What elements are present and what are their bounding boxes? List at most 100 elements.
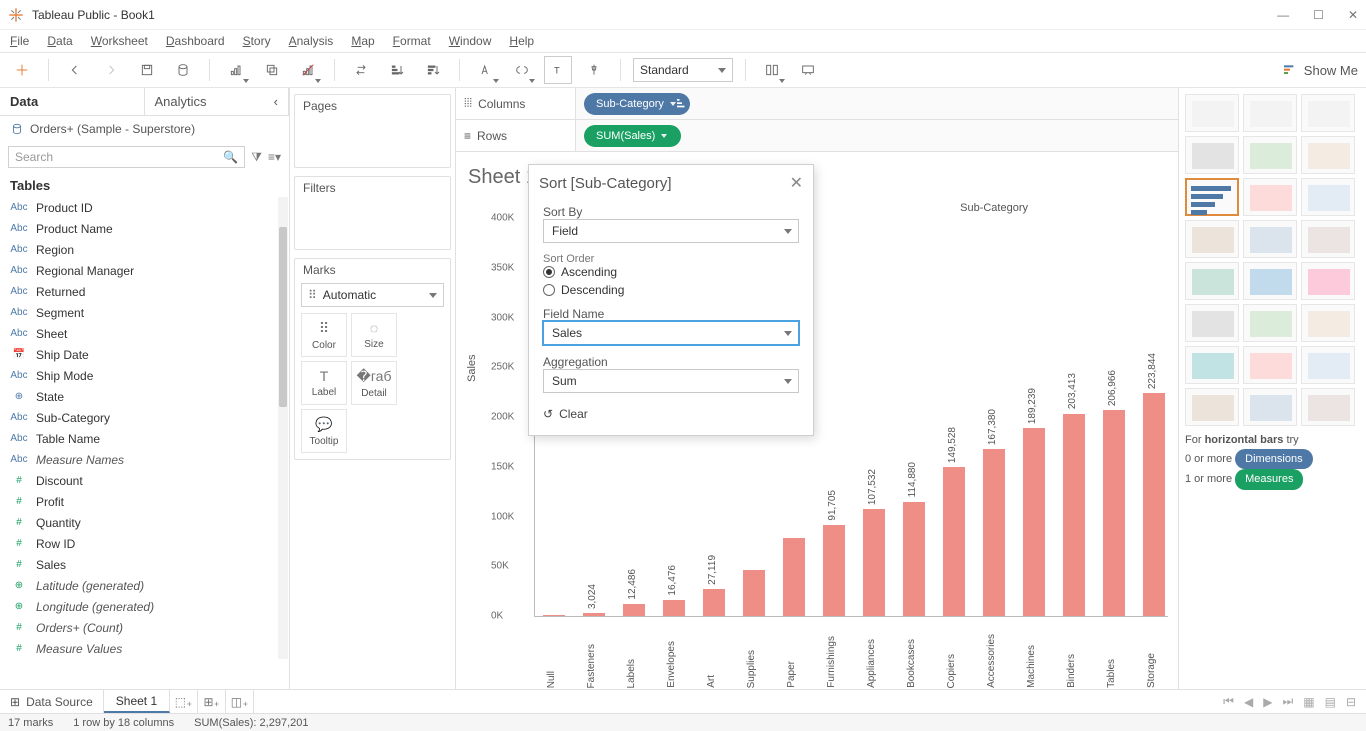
field-ship-date[interactable]: 📅Ship Date bbox=[0, 344, 277, 365]
clear-button[interactable]: ↺ Clear bbox=[543, 403, 799, 421]
field-latitude-generated-[interactable]: ⊕Latitude (generated) bbox=[0, 575, 277, 596]
sheet1-tab[interactable]: Sheet 1 bbox=[104, 690, 170, 713]
menu-worksheet[interactable]: Worksheet bbox=[91, 34, 148, 49]
bar-tables[interactable] bbox=[1103, 410, 1125, 616]
duplicate-button[interactable] bbox=[258, 56, 286, 84]
field-quantity[interactable]: #Quantity bbox=[0, 512, 277, 533]
show-me-option-4[interactable] bbox=[1243, 136, 1297, 174]
group-button[interactable] bbox=[508, 56, 536, 84]
show-me-option-13[interactable] bbox=[1243, 262, 1297, 300]
clear-sheet-button[interactable] bbox=[294, 56, 322, 84]
last-tab-icon[interactable]: ⏭ bbox=[1282, 694, 1293, 709]
next-tab-icon[interactable]: ▶ bbox=[1263, 695, 1272, 709]
bar-binders[interactable] bbox=[1063, 414, 1085, 616]
field-measure-values[interactable]: #Measure Values bbox=[0, 638, 277, 659]
show-me-option-18[interactable] bbox=[1185, 346, 1239, 384]
menu-help[interactable]: Help bbox=[509, 34, 534, 49]
mark-detail-button[interactable]: �габDetail bbox=[351, 361, 397, 405]
first-tab-icon[interactable]: ⏮ bbox=[1223, 694, 1234, 709]
data-tab[interactable]: Data bbox=[0, 88, 145, 115]
show-tabs-icon[interactable]: ▦ bbox=[1303, 695, 1314, 709]
new-dashboard-tab[interactable]: ⊞₊ bbox=[198, 690, 226, 713]
menu-dashboard[interactable]: Dashboard bbox=[166, 34, 225, 49]
bar-copiers[interactable] bbox=[943, 467, 965, 616]
bar-furnishings[interactable] bbox=[823, 525, 845, 616]
prev-tab-icon[interactable]: ◀ bbox=[1244, 695, 1253, 709]
mark-size-button[interactable]: ◌Size bbox=[351, 313, 397, 357]
new-story-tab[interactable]: ◫₊ bbox=[226, 690, 254, 713]
show-me-option-5[interactable] bbox=[1301, 136, 1355, 174]
search-input[interactable]: Search 🔍 bbox=[8, 146, 245, 168]
field-longitude-generated-[interactable]: ⊕Longitude (generated) bbox=[0, 596, 277, 617]
datasource-row[interactable]: Orders+ (Sample - Superstore) bbox=[0, 116, 289, 142]
bar-paper[interactable] bbox=[783, 538, 805, 616]
menu-story[interactable]: Story bbox=[243, 34, 271, 49]
show-me-option-12[interactable] bbox=[1185, 262, 1239, 300]
redo-button[interactable] bbox=[97, 56, 125, 84]
sort-asc-button[interactable] bbox=[383, 56, 411, 84]
field-returned[interactable]: AbcReturned bbox=[0, 281, 277, 302]
field-product-name[interactable]: AbcProduct Name bbox=[0, 218, 277, 239]
menu-file[interactable]: File bbox=[10, 34, 29, 49]
pages-shelf[interactable]: Pages bbox=[294, 94, 451, 168]
show-me-option-14[interactable] bbox=[1301, 262, 1355, 300]
new-worksheet-tab[interactable]: ⬚₊ bbox=[170, 690, 198, 713]
show-me-option-8[interactable] bbox=[1301, 178, 1355, 216]
show-me-option-0[interactable] bbox=[1185, 94, 1239, 132]
sort-ascending-radio[interactable]: Ascending bbox=[543, 265, 799, 279]
show-labels-button[interactable]: T bbox=[544, 56, 572, 84]
bar-appliances[interactable] bbox=[863, 509, 885, 616]
show-me-option-9[interactable] bbox=[1185, 220, 1239, 258]
field-region[interactable]: AbcRegion bbox=[0, 239, 277, 260]
mark-color-button[interactable]: ⠿Color bbox=[301, 313, 347, 357]
field-state[interactable]: ⊕State bbox=[0, 386, 277, 407]
filter-icon[interactable]: ⧩ bbox=[251, 150, 262, 165]
show-me-option-15[interactable] bbox=[1185, 304, 1239, 342]
menu-format[interactable]: Format bbox=[393, 34, 431, 49]
sort-by-dropdown[interactable]: Field bbox=[543, 219, 799, 243]
analytics-tab[interactable]: Analytics ‹ bbox=[145, 88, 290, 115]
rows-pill-sumsales[interactable]: SUM(Sales) bbox=[584, 125, 681, 147]
show-me-option-3[interactable] bbox=[1185, 136, 1239, 174]
maximize-button[interactable]: ☐ bbox=[1313, 8, 1324, 22]
show-me-option-19[interactable] bbox=[1243, 346, 1297, 384]
field-sales[interactable]: #Sales bbox=[0, 554, 277, 575]
save-button[interactable] bbox=[133, 56, 161, 84]
mark-type-dropdown[interactable]: ⠿ Automatic bbox=[301, 283, 444, 307]
swap-button[interactable] bbox=[347, 56, 375, 84]
menu-analysis[interactable]: Analysis bbox=[289, 34, 334, 49]
show-me-option-6[interactable] bbox=[1185, 178, 1239, 216]
pin-button[interactable] bbox=[580, 56, 608, 84]
show-me-option-1[interactable] bbox=[1243, 94, 1297, 132]
field-profit[interactable]: #Profit bbox=[0, 491, 277, 512]
bar-accessories[interactable] bbox=[983, 449, 1005, 616]
show-me-option-16[interactable] bbox=[1243, 304, 1297, 342]
bar-art[interactable] bbox=[703, 589, 725, 616]
columns-pill-subcategory[interactable]: Sub-Category bbox=[584, 93, 690, 115]
menu-data[interactable]: Data bbox=[47, 34, 72, 49]
field-product-id[interactable]: AbcProduct ID bbox=[0, 197, 277, 218]
aggregation-dropdown[interactable]: Sum bbox=[543, 369, 799, 393]
field-regional-manager[interactable]: AbcRegional Manager bbox=[0, 260, 277, 281]
show-me-option-2[interactable] bbox=[1301, 94, 1355, 132]
show-me-option-7[interactable] bbox=[1243, 178, 1297, 216]
field-measure-names[interactable]: AbcMeasure Names bbox=[0, 449, 277, 470]
minimize-button[interactable]: — bbox=[1277, 8, 1289, 22]
field-segment[interactable]: AbcSegment bbox=[0, 302, 277, 323]
bar-labels[interactable] bbox=[623, 604, 645, 616]
show-cards-button[interactable] bbox=[758, 56, 786, 84]
highlight-button[interactable] bbox=[472, 56, 500, 84]
tableau-icon[interactable] bbox=[8, 56, 36, 84]
menu-window[interactable]: Window bbox=[449, 34, 492, 49]
bar-bookcases[interactable] bbox=[903, 502, 925, 616]
sort-descending-radio[interactable]: Descending bbox=[543, 283, 799, 297]
bar-storage[interactable] bbox=[1143, 393, 1165, 616]
close-window-button[interactable]: ✕ bbox=[1348, 8, 1358, 22]
dialog-close-button[interactable]: ✕ bbox=[790, 173, 803, 193]
data-source-tab[interactable]: ⊞ Data Source bbox=[0, 690, 104, 713]
view-options-icon[interactable]: ≡▾ bbox=[268, 150, 281, 164]
field-discount[interactable]: #Discount bbox=[0, 470, 277, 491]
mark-tooltip-button[interactable]: 💬Tooltip bbox=[301, 409, 347, 453]
show-me-option-17[interactable] bbox=[1301, 304, 1355, 342]
filters-shelf[interactable]: Filters bbox=[294, 176, 451, 250]
